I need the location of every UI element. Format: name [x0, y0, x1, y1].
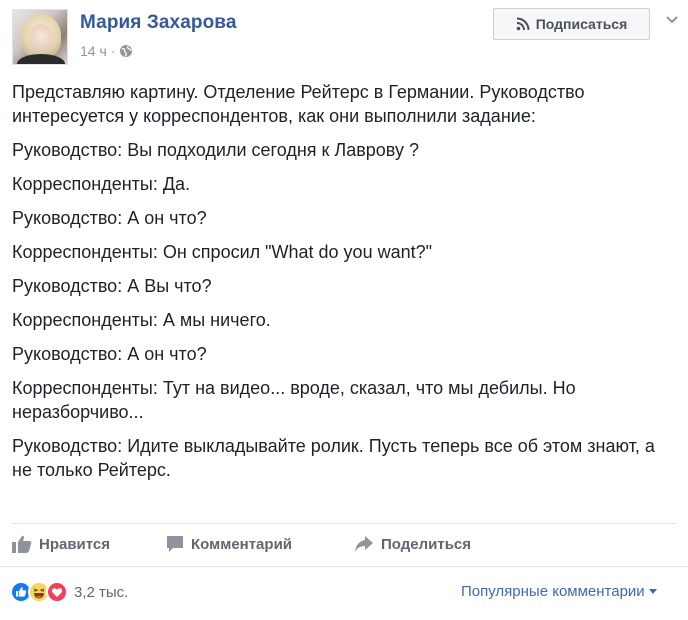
- post-paragraph: Корреспонденты: А мы ничего.: [12, 310, 271, 330]
- post-paragraph: Корреспонденты: Да.: [12, 174, 191, 194]
- avatar[interactable]: [12, 9, 68, 65]
- thumbs-up-icon: [12, 535, 32, 553]
- post-paragraph: Представляю картину. Отделение Рейтерс в…: [12, 82, 585, 126]
- post-card: Мария Захарова 14 ч · Подписаться Предст…: [0, 0, 688, 620]
- avatar-face: [30, 24, 52, 52]
- comment-button[interactable]: Комментарий: [166, 535, 292, 553]
- share-icon: [355, 536, 373, 552]
- share-button[interactable]: Поделиться: [354, 535, 471, 553]
- reactions-divider: [0, 566, 688, 567]
- post-paragraph: Корреспонденты: Он спросил "What do you …: [12, 242, 433, 262]
- comment-sort-label: Популярные комментарии: [461, 583, 645, 600]
- rss-icon: [516, 17, 530, 31]
- caret-down-icon: [648, 588, 657, 594]
- chevron-down-icon: [666, 16, 678, 24]
- like-button[interactable]: Нравится: [12, 535, 110, 553]
- comment-sort-dropdown[interactable]: Популярные комментарии: [461, 583, 657, 600]
- globe-icon[interactable]: [119, 44, 133, 58]
- meta-separator: ·: [110, 43, 116, 59]
- like-label: Нравится: [39, 535, 111, 553]
- subscribe-label: Подписаться: [535, 16, 628, 32]
- post-paragraph: Руководство: А он что?: [12, 344, 207, 364]
- post-text: Представляю картину. Отделение Рейтерс в…: [12, 80, 676, 492]
- share-label: Поделиться: [381, 535, 472, 553]
- actions-divider: [12, 523, 676, 524]
- post-paragraph: Руководство: А он что?: [12, 208, 207, 228]
- post-paragraph: Руководство: Идите выкладывайте ролик. П…: [12, 436, 655, 480]
- reactions-summary[interactable]: 3,2 тыс.: [10, 581, 128, 603]
- post-paragraph: Руководство: Вы подходили сегодня к Лавр…: [12, 140, 419, 160]
- post-time[interactable]: 14 ч: [80, 43, 107, 59]
- reaction-count[interactable]: 3,2 тыс.: [74, 584, 128, 601]
- action-bar: Нравится Комментарий Поделиться: [12, 526, 676, 564]
- post-paragraph: Корреспонденты: Тут на видео... вроде, с…: [12, 378, 576, 422]
- post-paragraph: Руководство: А Вы что?: [12, 276, 212, 296]
- post-options-button[interactable]: [662, 10, 682, 30]
- comment-icon: [167, 536, 183, 552]
- post-meta: 14 ч ·: [80, 42, 133, 60]
- avatar-shoulder: [17, 54, 65, 64]
- comment-label: Комментарий: [191, 535, 293, 553]
- love-reaction-icon: [46, 581, 68, 603]
- author-name[interactable]: Мария Захарова: [80, 12, 237, 34]
- subscribe-button[interactable]: Подписаться: [493, 8, 650, 40]
